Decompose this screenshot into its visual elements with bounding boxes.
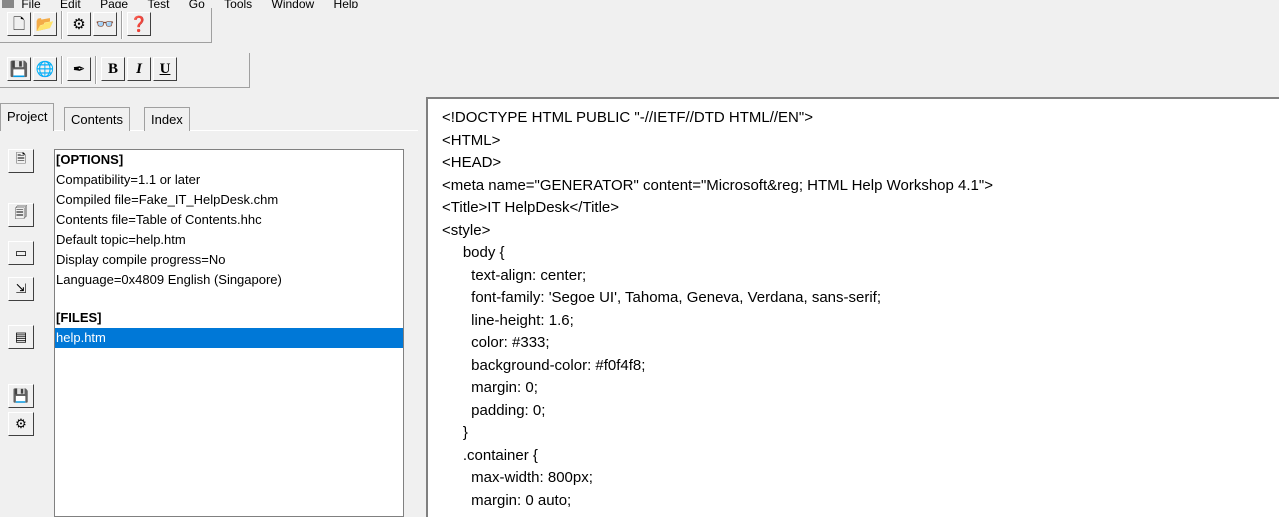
code-line[interactable]: margin: 0;	[442, 377, 1279, 400]
code-line[interactable]: .container {	[442, 445, 1279, 468]
view-icon[interactable]: 👓	[93, 12, 117, 36]
code-line[interactable]: text-align: center;	[442, 265, 1279, 288]
code-line[interactable]: color: #333;	[442, 332, 1279, 355]
add-remove-files-icon[interactable]: 🗐	[8, 203, 34, 227]
list-item[interactable]: Compiled file=Fake_IT_HelpDesk.chm	[55, 190, 403, 210]
code-line[interactable]: <!DOCTYPE HTML PUBLIC "-//IETF//DTD HTML…	[442, 107, 1279, 130]
menu-page[interactable]: Page	[100, 0, 128, 8]
html-source-editor[interactable]: <!DOCTYPE HTML PUBLIC "-//IETF//DTD HTML…	[426, 97, 1279, 517]
code-line[interactable]: max-width: 800px;	[442, 467, 1279, 490]
tab-project[interactable]: Project	[0, 103, 55, 131]
menu-tools[interactable]: Tools	[224, 0, 252, 8]
code-line[interactable]: <Title>IT HelpDesk</Title>	[442, 197, 1279, 220]
menu-edit[interactable]: Edit	[60, 0, 81, 8]
file-item-help[interactable]: help.htm	[55, 328, 403, 348]
toolbar-separator	[121, 11, 123, 39]
code-line[interactable]: padding: 0;	[442, 400, 1279, 423]
toolbar-separator	[61, 11, 63, 39]
navigation-tabs: Project Contents Index	[0, 101, 418, 131]
code-line[interactable]: line-height: 1.6;	[442, 310, 1279, 333]
code-line[interactable]: margin: 0 auto;	[442, 490, 1279, 513]
code-line[interactable]: <style>	[442, 220, 1279, 243]
app-icon	[2, 0, 14, 8]
menu-bar: File Edit Page Test Go Tools Window Help	[0, 0, 1279, 8]
project-pane: 🗎 🗐 ▭ ⇲ ▤ 💾 ⚙ [OPTIONS] Compatibility=1.…	[0, 131, 418, 517]
list-item[interactable]: Contents file=Table of Contents.hhc	[55, 210, 403, 230]
code-line[interactable]: <meta name="GENERATOR" content="Microsof…	[442, 175, 1279, 198]
italic-button[interactable]: I	[127, 57, 151, 81]
pen-icon[interactable]: ✒	[67, 57, 91, 81]
view-html-source-icon[interactable]: ▤	[8, 325, 34, 349]
underline-button[interactable]: U	[153, 57, 177, 81]
window-definitions-icon[interactable]: ▭	[8, 241, 34, 265]
menu-window[interactable]: Window	[272, 0, 315, 8]
change-options-icon[interactable]: 🗎	[8, 149, 34, 173]
bold-button[interactable]: B	[101, 57, 125, 81]
code-line[interactable]: background-color: #f0f4f8;	[442, 355, 1279, 378]
project-list[interactable]: [OPTIONS] Compatibility=1.1 or later Com…	[54, 149, 404, 517]
menu-help[interactable]: Help	[334, 0, 359, 8]
files-header[interactable]: [FILES]	[55, 308, 403, 328]
menu-file[interactable]: File	[21, 0, 40, 8]
list-item[interactable]: Default topic=help.htm	[55, 230, 403, 250]
code-area[interactable]: <!DOCTYPE HTML PUBLIC "-//IETF//DTD HTML…	[428, 99, 1279, 512]
save-icon[interactable]: 💾	[7, 57, 31, 81]
toolbar-standard: 🗋 📂 ⚙ 👓 ❓	[0, 8, 212, 43]
toolbar-separator	[95, 56, 97, 84]
save-compile-icon[interactable]: ⚙	[8, 412, 34, 436]
tab-contents[interactable]: Contents	[64, 107, 131, 131]
menu-test[interactable]: Test	[147, 0, 169, 8]
compile-icon[interactable]: ⚙	[67, 12, 91, 36]
save-project-icon[interactable]: 💾	[8, 384, 34, 408]
code-line[interactable]: font-family: 'Segoe UI', Tahoma, Geneva,…	[442, 287, 1279, 310]
code-line[interactable]: <HTML>	[442, 130, 1279, 153]
menu-go[interactable]: Go	[189, 0, 205, 8]
code-line[interactable]: <HEAD>	[442, 152, 1279, 175]
code-line[interactable]: body {	[442, 242, 1279, 265]
api-information-icon[interactable]: ⇲	[8, 277, 34, 301]
list-item[interactable]: Display compile progress=No	[55, 250, 403, 270]
tab-index[interactable]: Index	[144, 107, 190, 131]
open-icon[interactable]: 📂	[33, 12, 57, 36]
new-icon[interactable]: 🗋	[7, 12, 31, 36]
toolbar-separator	[61, 56, 63, 84]
help-icon[interactable]: ❓	[127, 12, 151, 36]
list-item[interactable]: Language=0x4809 English (Singapore)	[55, 270, 403, 290]
toolbar-html-tag: 💾 🌐 ✒ B I U	[0, 53, 250, 88]
options-header[interactable]: [OPTIONS]	[55, 150, 403, 170]
list-item[interactable]: Compatibility=1.1 or later	[55, 170, 403, 190]
browser-icon[interactable]: 🌐	[33, 57, 57, 81]
code-line[interactable]: }	[442, 422, 1279, 445]
